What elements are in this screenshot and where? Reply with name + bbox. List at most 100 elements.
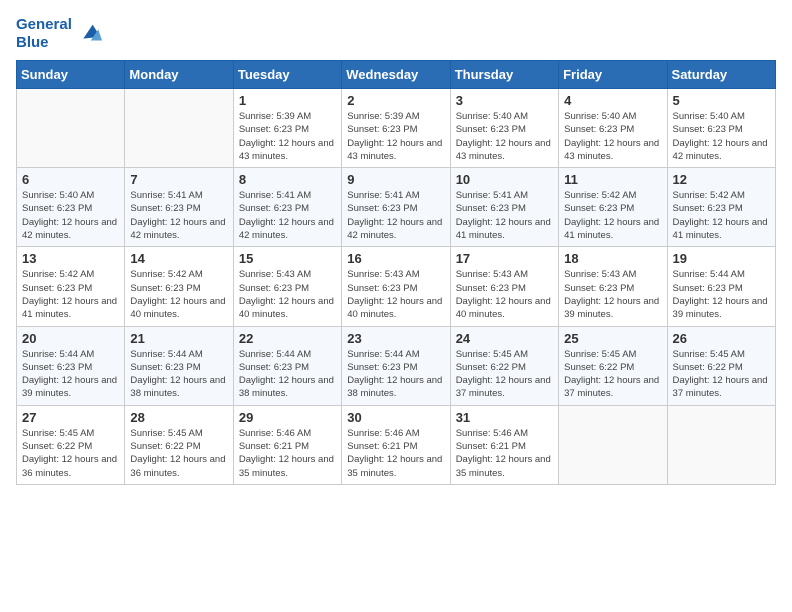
calendar-cell: 18Sunrise: 5:43 AM Sunset: 6:23 PM Dayli…: [559, 247, 667, 326]
day-info: Sunrise: 5:46 AM Sunset: 6:21 PM Dayligh…: [347, 427, 444, 480]
day-info: Sunrise: 5:42 AM Sunset: 6:23 PM Dayligh…: [673, 189, 770, 242]
calendar-cell: 9 Sunrise: 5:41 AM Sunset: 6:23 PM Daylig…: [342, 168, 450, 247]
day-info: Sunrise: 5:45 AM Sunset: 6:22 PM Dayligh…: [22, 427, 119, 480]
day-number: 20: [22, 331, 119, 346]
calendar-cell: 7 Sunrise: 5:41 AM Sunset: 6:23 PM Daylig…: [125, 168, 233, 247]
day-number: 21: [130, 331, 227, 346]
calendar-cell: 16 Sunrise: 5:43 AM Sunset: 6:23 PM Dayli…: [342, 247, 450, 326]
calendar-cell: 20 Sunrise: 5:44 AM Sunset: 6:23 PM Dayli…: [17, 326, 125, 405]
calendar-cell: 29 Sunrise: 5:46 AM Sunset: 6:21 PM Dayli…: [233, 405, 341, 484]
column-header-sunday: Sunday: [17, 61, 125, 89]
day-number: 26: [673, 331, 770, 346]
calendar-cell: 19Sunrise: 5:44 AM Sunset: 6:23 PM Dayli…: [667, 247, 775, 326]
calendar-cell: 6Sunrise: 5:40 AM Sunset: 6:23 PM Daylig…: [17, 168, 125, 247]
calendar-cell: 1Sunrise: 5:39 AM Sunset: 6:23 PM Daylig…: [233, 89, 341, 168]
column-header-monday: Monday: [125, 61, 233, 89]
day-info: Sunrise: 5:45 AM Sunset: 6:22 PM Dayligh…: [456, 348, 553, 401]
calendar-cell: 30 Sunrise: 5:46 AM Sunset: 6:21 PM Dayli…: [342, 405, 450, 484]
calendar-cell: 2Sunrise: 5:39 AM Sunset: 6:23 PM Daylig…: [342, 89, 450, 168]
calendar-week-row: 27 Sunrise: 5:45 AM Sunset: 6:22 PM Dayli…: [17, 405, 776, 484]
day-info: Sunrise: 5:43 AM Sunset: 6:23 PM Dayligh…: [456, 268, 553, 321]
day-number: 3: [456, 93, 553, 108]
logo: General Blue: [16, 16, 102, 52]
day-info: Sunrise: 5:43 AM Sunset: 6:23 PM Dayligh…: [239, 268, 336, 321]
day-number: 28: [130, 410, 227, 425]
day-number: 12: [673, 172, 770, 187]
calendar-cell: 15Sunrise: 5:43 AM Sunset: 6:23 PM Dayli…: [233, 247, 341, 326]
day-number: 13: [22, 251, 119, 266]
calendar-table: SundayMondayTuesdayWednesdayThursdayFrid…: [16, 60, 776, 485]
calendar-cell: 17 Sunrise: 5:43 AM Sunset: 6:23 PM Dayli…: [450, 247, 558, 326]
day-number: 23: [347, 331, 444, 346]
day-number: 19: [673, 251, 770, 266]
day-info: Sunrise: 5:41 AM Sunset: 6:23 PM Dayligh…: [347, 189, 444, 242]
day-info: Sunrise: 5:39 AM Sunset: 6:23 PM Dayligh…: [347, 110, 444, 163]
day-info: Sunrise: 5:44 AM Sunset: 6:23 PM Dayligh…: [239, 348, 336, 401]
calendar-header-row: SundayMondayTuesdayWednesdayThursdayFrid…: [17, 61, 776, 89]
day-number: 25: [564, 331, 661, 346]
day-info: Sunrise: 5:41 AM Sunset: 6:23 PM Dayligh…: [130, 189, 227, 242]
day-number: 22: [239, 331, 336, 346]
calendar-cell: 27 Sunrise: 5:45 AM Sunset: 6:22 PM Dayli…: [17, 405, 125, 484]
calendar-cell: 14 Sunrise: 5:42 AM Sunset: 6:23 PM Dayli…: [125, 247, 233, 326]
calendar-cell: 5Sunrise: 5:40 AM Sunset: 6:23 PM Daylig…: [667, 89, 775, 168]
day-info: Sunrise: 5:42 AM Sunset: 6:23 PM Dayligh…: [564, 189, 661, 242]
day-number: 24: [456, 331, 553, 346]
day-number: 30: [347, 410, 444, 425]
calendar-cell: 26 Sunrise: 5:45 AM Sunset: 6:22 PM Dayli…: [667, 326, 775, 405]
day-info: Sunrise: 5:45 AM Sunset: 6:22 PM Dayligh…: [673, 348, 770, 401]
day-number: 31: [456, 410, 553, 425]
day-number: 17: [456, 251, 553, 266]
day-info: Sunrise: 5:43 AM Sunset: 6:23 PM Dayligh…: [564, 268, 661, 321]
calendar-cell: 24 Sunrise: 5:45 AM Sunset: 6:22 PM Dayli…: [450, 326, 558, 405]
day-number: 11: [564, 172, 661, 187]
day-number: 7: [130, 172, 227, 187]
calendar-cell: 23 Sunrise: 5:44 AM Sunset: 6:23 PM Dayli…: [342, 326, 450, 405]
column-header-friday: Friday: [559, 61, 667, 89]
calendar-cell: 13 Sunrise: 5:42 AM Sunset: 6:23 PM Dayli…: [17, 247, 125, 326]
day-number: 8: [239, 172, 336, 187]
day-info: Sunrise: 5:42 AM Sunset: 6:23 PM Dayligh…: [22, 268, 119, 321]
day-info: Sunrise: 5:42 AM Sunset: 6:23 PM Dayligh…: [130, 268, 227, 321]
calendar-week-row: 6Sunrise: 5:40 AM Sunset: 6:23 PM Daylig…: [17, 168, 776, 247]
day-info: Sunrise: 5:41 AM Sunset: 6:23 PM Dayligh…: [239, 189, 336, 242]
calendar-week-row: 1Sunrise: 5:39 AM Sunset: 6:23 PM Daylig…: [17, 89, 776, 168]
day-info: Sunrise: 5:41 AM Sunset: 6:23 PM Dayligh…: [456, 189, 553, 242]
calendar-cell: 28 Sunrise: 5:45 AM Sunset: 6:22 PM Dayli…: [125, 405, 233, 484]
day-info: Sunrise: 5:46 AM Sunset: 6:21 PM Dayligh…: [239, 427, 336, 480]
calendar-cell: 11 Sunrise: 5:42 AM Sunset: 6:23 PM Dayli…: [559, 168, 667, 247]
logo-icon: [74, 20, 102, 48]
day-info: Sunrise: 5:40 AM Sunset: 6:23 PM Dayligh…: [564, 110, 661, 163]
day-info: Sunrise: 5:44 AM Sunset: 6:23 PM Dayligh…: [130, 348, 227, 401]
calendar-cell: 21 Sunrise: 5:44 AM Sunset: 6:23 PM Dayli…: [125, 326, 233, 405]
day-number: 14: [130, 251, 227, 266]
day-info: Sunrise: 5:46 AM Sunset: 6:21 PM Dayligh…: [456, 427, 553, 480]
day-number: 9: [347, 172, 444, 187]
column-header-thursday: Thursday: [450, 61, 558, 89]
column-header-saturday: Saturday: [667, 61, 775, 89]
day-info: Sunrise: 5:45 AM Sunset: 6:22 PM Dayligh…: [564, 348, 661, 401]
calendar-cell: 31 Sunrise: 5:46 AM Sunset: 6:21 PM Dayli…: [450, 405, 558, 484]
day-info: Sunrise: 5:44 AM Sunset: 6:23 PM Dayligh…: [22, 348, 119, 401]
calendar-cell: 4Sunrise: 5:40 AM Sunset: 6:23 PM Daylig…: [559, 89, 667, 168]
column-header-wednesday: Wednesday: [342, 61, 450, 89]
day-number: 10: [456, 172, 553, 187]
logo-text: General Blue: [16, 16, 72, 52]
calendar-week-row: 13 Sunrise: 5:42 AM Sunset: 6:23 PM Dayli…: [17, 247, 776, 326]
calendar-cell: [559, 405, 667, 484]
day-info: Sunrise: 5:40 AM Sunset: 6:23 PM Dayligh…: [22, 189, 119, 242]
day-info: Sunrise: 5:40 AM Sunset: 6:23 PM Dayligh…: [673, 110, 770, 163]
page-header: General Blue: [16, 16, 776, 52]
day-info: Sunrise: 5:45 AM Sunset: 6:22 PM Dayligh…: [130, 427, 227, 480]
day-number: 27: [22, 410, 119, 425]
calendar-cell: 12 Sunrise: 5:42 AM Sunset: 6:23 PM Dayli…: [667, 168, 775, 247]
calendar-cell: 22 Sunrise: 5:44 AM Sunset: 6:23 PM Dayli…: [233, 326, 341, 405]
day-number: 29: [239, 410, 336, 425]
day-info: Sunrise: 5:40 AM Sunset: 6:23 PM Dayligh…: [456, 110, 553, 163]
day-number: 16: [347, 251, 444, 266]
calendar-cell: 3 Sunrise: 5:40 AM Sunset: 6:23 PM Daylig…: [450, 89, 558, 168]
day-info: Sunrise: 5:43 AM Sunset: 6:23 PM Dayligh…: [347, 268, 444, 321]
calendar-cell: 10 Sunrise: 5:41 AM Sunset: 6:23 PM Dayli…: [450, 168, 558, 247]
calendar-cell: [17, 89, 125, 168]
day-info: Sunrise: 5:44 AM Sunset: 6:23 PM Dayligh…: [347, 348, 444, 401]
